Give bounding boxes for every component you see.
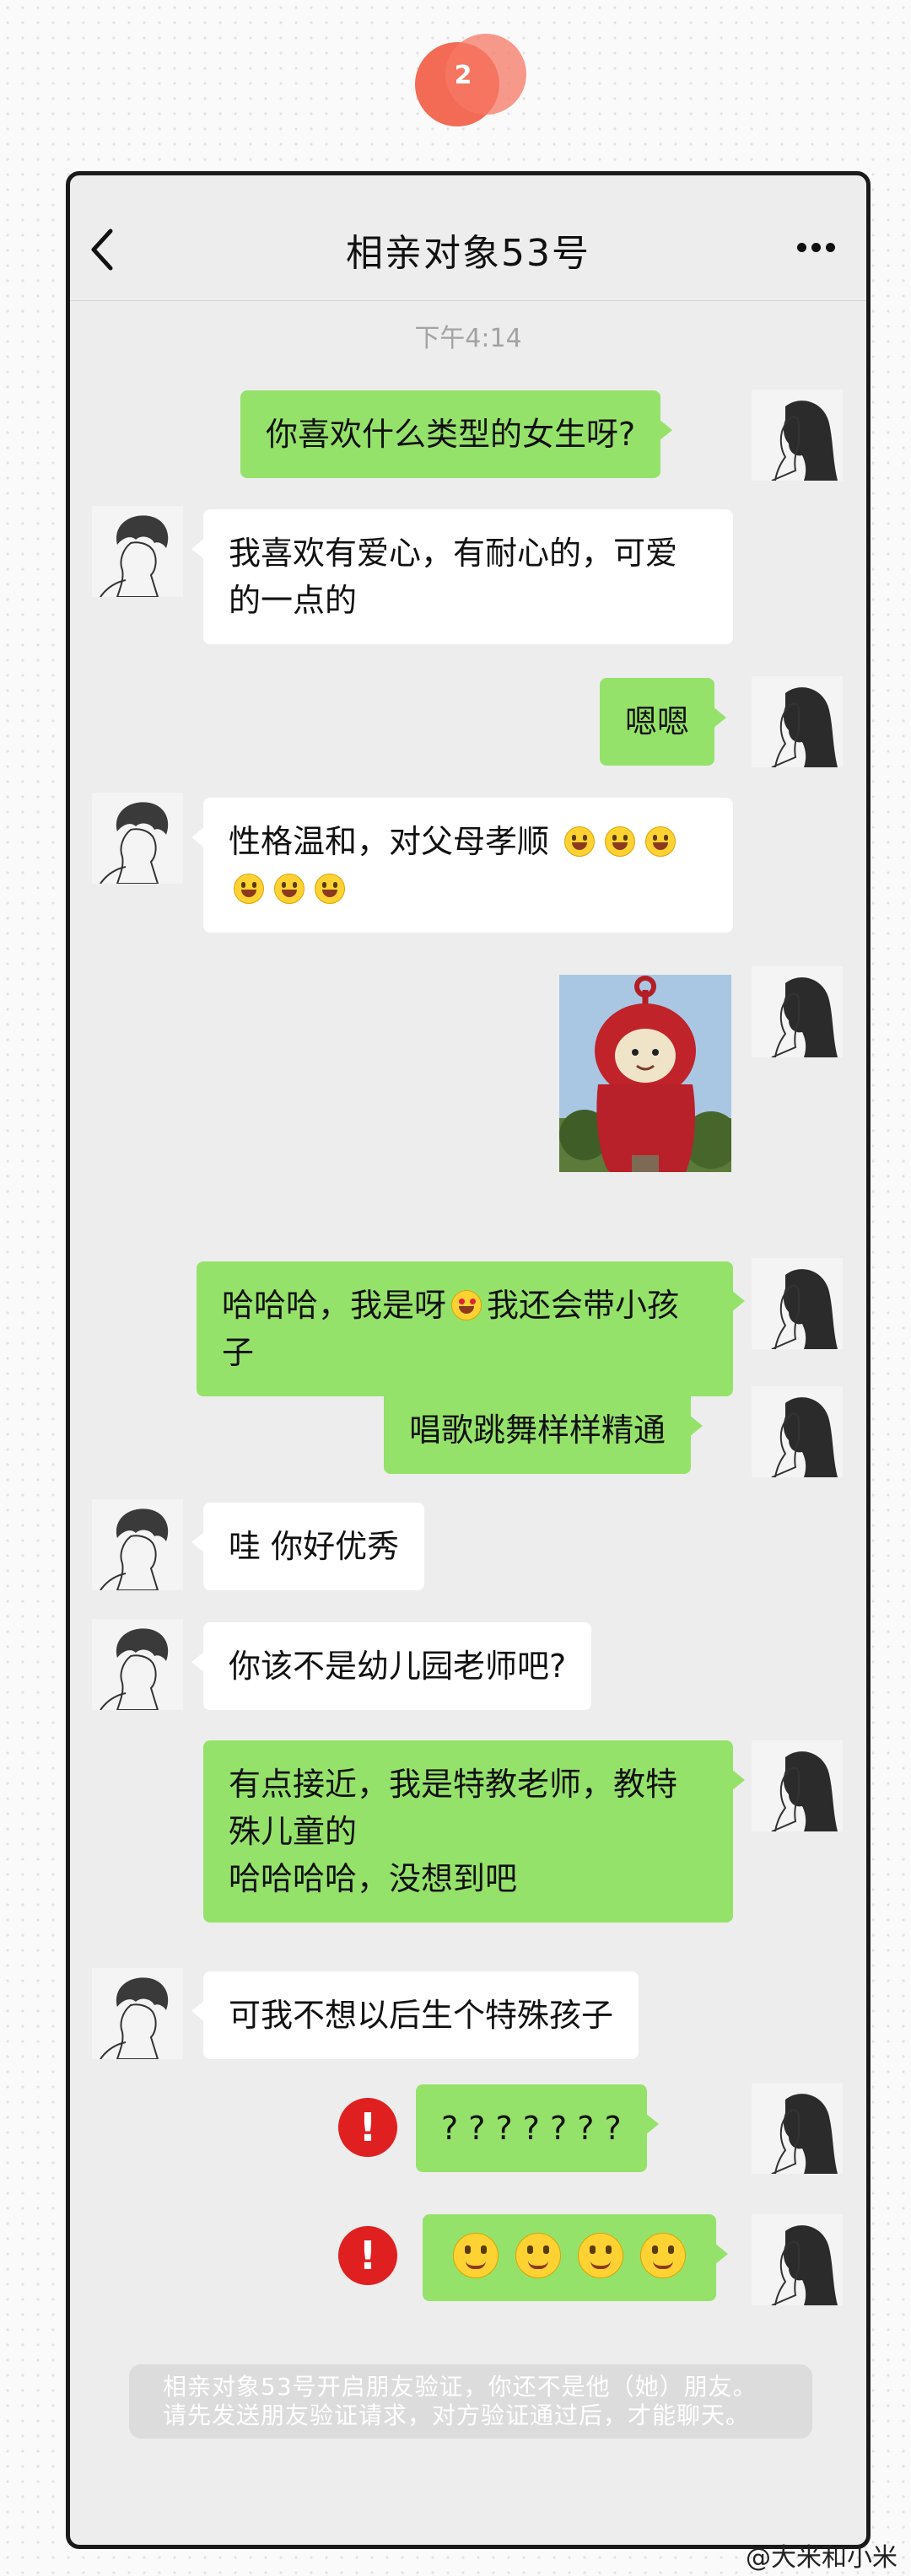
badge-number: 2 bbox=[454, 61, 472, 90]
grin-emoji-icon bbox=[605, 826, 636, 857]
my-avatar[interactable] bbox=[752, 1740, 843, 1831]
my-avatar[interactable] bbox=[752, 2214, 843, 2305]
man-avatar-icon bbox=[100, 1628, 169, 1710]
woman-avatar-icon bbox=[771, 401, 838, 481]
woman-avatar-icon bbox=[771, 977, 838, 1057]
my-message-bubble[interactable]: 唱歌跳舞样样精通 bbox=[384, 1386, 703, 1474]
teletubby-image bbox=[559, 975, 731, 1172]
my-message-bubble[interactable] bbox=[423, 2214, 728, 2301]
message-text: 哈哈哈，我是呀 bbox=[222, 1287, 447, 1324]
message-text: 有点接近，我是特教老师，教特殊儿童的 bbox=[229, 1766, 678, 1850]
heart-eyes-emoji-icon bbox=[451, 1290, 482, 1320]
smile-emoji-icon bbox=[515, 2233, 561, 2278]
more-dot-icon bbox=[811, 243, 821, 252]
message-text: ? ? ? ? ? ? ? bbox=[441, 2110, 622, 2147]
contact-avatar[interactable] bbox=[92, 1499, 183, 1590]
contact-avatar[interactable] bbox=[92, 793, 183, 884]
grin-emoji-icon bbox=[645, 826, 677, 857]
message-text: 你喜欢什么类型的女生呀? bbox=[266, 416, 636, 453]
smile-emoji-icon bbox=[640, 2233, 686, 2278]
contact-message-bubble[interactable]: 你该不是幼儿园老师吧? bbox=[191, 1622, 592, 1710]
my-message-bubble[interactable]: 你喜欢什么类型的女生呀? bbox=[240, 390, 673, 478]
system-notice: 相亲对象53号开启朋友验证，你还不是他（她）朋友。请先发送朋友验证请求，对方验证… bbox=[129, 2364, 812, 2439]
contact-avatar[interactable] bbox=[92, 1619, 183, 1710]
smile-emoji-icon bbox=[578, 2233, 623, 2278]
contact-avatar[interactable] bbox=[92, 1968, 183, 2059]
woman-avatar-icon bbox=[771, 2225, 838, 2305]
man-avatar-icon bbox=[100, 515, 169, 597]
man-avatar-icon bbox=[100, 1977, 169, 2059]
grin-emoji-icon bbox=[564, 826, 596, 857]
message-text: 性格温和，对父母孝顺 bbox=[229, 823, 550, 860]
my-avatar[interactable] bbox=[752, 2083, 843, 2174]
woman-avatar-icon bbox=[771, 1269, 838, 1349]
grin-emoji-icon bbox=[315, 874, 345, 904]
my-message-bubble[interactable]: 有点接近，我是特教老师，教特殊儿童的 哈哈哈哈，没想到吧 bbox=[203, 1740, 745, 1923]
message-text: 你该不是幼儿园老师吧? bbox=[229, 1648, 567, 1685]
message-text: 哇 你好优秀 bbox=[229, 1528, 400, 1565]
contact-message-bubble[interactable]: 哇 你好优秀 bbox=[191, 1503, 425, 1590]
chat-title: 相亲对象53号 bbox=[346, 232, 590, 275]
my-avatar[interactable] bbox=[752, 1258, 843, 1349]
contact-message-bubble[interactable]: 可我不想以后生个特殊孩子 bbox=[191, 1971, 639, 2059]
message-text: 哈哈哈哈，没想到吧 bbox=[229, 1860, 518, 1897]
watermark: @大米和小米 bbox=[746, 2543, 898, 2573]
my-avatar[interactable] bbox=[752, 676, 843, 767]
more-options-button[interactable] bbox=[797, 239, 848, 261]
woman-avatar-icon bbox=[771, 1751, 838, 1831]
man-avatar-icon bbox=[100, 802, 169, 884]
my-message-bubble[interactable]: 哈哈哈，我是呀 我还会带小孩子 bbox=[197, 1261, 745, 1396]
grin-emoji-icon bbox=[274, 874, 305, 904]
woman-avatar-icon bbox=[771, 2094, 838, 2174]
man-avatar-icon bbox=[100, 1508, 169, 1590]
message-text: 嗯嗯 bbox=[625, 703, 690, 740]
message-text: 唱歌跳舞样样精通 bbox=[409, 1412, 666, 1449]
more-dot-icon bbox=[826, 243, 835, 252]
contact-message-bubble[interactable]: 性格温和，对父母孝顺 bbox=[191, 798, 733, 933]
send-failed-icon[interactable]: ! bbox=[338, 2098, 397, 2157]
contact-message-bubble[interactable]: 我喜欢有爱心，有耐心的，可爱的一点的 bbox=[191, 509, 733, 644]
send-failed-icon[interactable]: ! bbox=[338, 2226, 397, 2285]
message-text: 可我不想以后生个特殊孩子 bbox=[229, 1997, 614, 2034]
woman-avatar-icon bbox=[771, 1397, 838, 1477]
woman-avatar-icon bbox=[771, 687, 838, 767]
contact-avatar[interactable] bbox=[92, 506, 183, 597]
my-message-bubble[interactable]: ? ? ? ? ? ? ? bbox=[416, 2084, 659, 2172]
my-message-bubble[interactable]: 嗯嗯 bbox=[600, 678, 727, 766]
teletubby-photo[interactable] bbox=[559, 975, 731, 1172]
smile-emoji-icon bbox=[453, 2233, 499, 2278]
my-avatar[interactable] bbox=[752, 966, 843, 1057]
chat-header: 相亲对象53号 bbox=[70, 175, 866, 301]
more-dot-icon bbox=[797, 243, 806, 252]
my-avatar[interactable] bbox=[752, 390, 843, 481]
message-text: 我喜欢有爱心，有耐心的，可爱的一点的 bbox=[229, 535, 678, 619]
step-number-badge: 2 bbox=[415, 34, 533, 135]
chat-window: 相亲对象53号 下午4:14 你喜欢什么类型的女生呀? 我喜欢有爱心，有耐心的，… bbox=[66, 171, 871, 2549]
message-timestamp: 下午4:14 bbox=[414, 324, 522, 353]
my-avatar[interactable] bbox=[752, 1386, 843, 1477]
grin-emoji-icon bbox=[234, 874, 264, 904]
